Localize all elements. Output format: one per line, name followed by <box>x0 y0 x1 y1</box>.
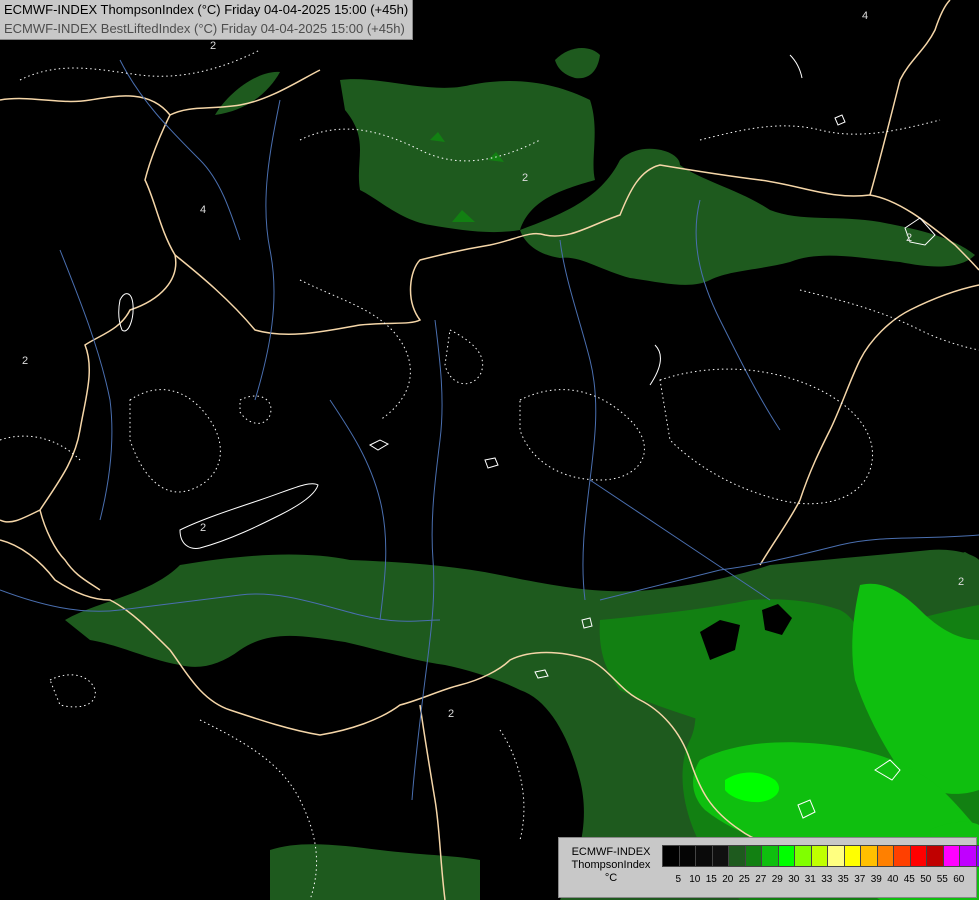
contour-label: 2 <box>958 576 965 588</box>
contour-label: 2 <box>448 708 455 720</box>
legend-swatch <box>778 846 795 866</box>
map-title-primary: ECMWF-INDEX ThompsonIndex (°C) Friday 04… <box>4 2 409 17</box>
legend-swatch <box>960 846 977 866</box>
legend-tick: 5 <box>675 874 682 885</box>
contour-label: 2 <box>210 40 217 52</box>
legend-swatch <box>910 846 927 866</box>
legend-tick: 35 <box>837 874 849 885</box>
legend-model: ECMWF-INDEX <box>571 846 651 858</box>
legend-swatch <box>877 846 894 866</box>
contour-label: 2 <box>906 232 913 244</box>
contour-label: 4 <box>200 204 207 216</box>
legend-tick: 20 <box>722 874 734 885</box>
legend-swatch <box>696 846 713 866</box>
legend-swatch <box>795 846 812 866</box>
legend-tick: 25 <box>738 874 750 885</box>
legend-colorbar <box>662 845 979 867</box>
legend-label: ECMWF-INDEX ThompsonIndex °C <box>563 846 659 885</box>
legend-tick: 30 <box>788 874 800 885</box>
legend-swatch <box>762 846 779 866</box>
map-title-box: ECMWF-INDEX ThompsonIndex (°C) Friday 04… <box>0 0 414 40</box>
legend-parameter: ThompsonIndex <box>571 859 651 871</box>
legend-swatch <box>894 846 911 866</box>
contour-label: 2 <box>522 172 529 184</box>
legend-tick: 31 <box>804 874 816 885</box>
legend-tick: 15 <box>705 874 717 885</box>
legend-unit: °C <box>604 872 618 884</box>
legend-swatch <box>745 846 762 866</box>
legend-swatch <box>679 846 696 866</box>
legend-ticks: 5 10 15 20 25 27 29 30 31 33 35 37 39 40 45 50 55 60 <box>670 874 967 885</box>
legend-swatch <box>861 846 878 866</box>
legend-swatch <box>811 846 828 866</box>
legend-swatch <box>943 846 960 866</box>
legend-swatch <box>828 846 845 866</box>
legend-tick: 55 <box>936 874 948 885</box>
color-legend: ECMWF-INDEX ThompsonIndex °C 5 10 15 20 25 27… <box>558 837 979 898</box>
legend-swatch <box>712 846 729 866</box>
legend-tick: 39 <box>870 874 882 885</box>
contour-label: 4 <box>862 10 869 22</box>
legend-swatch <box>729 846 746 866</box>
legend-tick: 29 <box>771 874 783 885</box>
contour-label: 2 <box>200 522 207 534</box>
legend-tick: 37 <box>854 874 866 885</box>
legend-tick: 40 <box>887 874 899 885</box>
contour-label: 2 <box>22 355 29 367</box>
map-title-secondary: ECMWF-INDEX BestLiftedIndex (°C) Friday … <box>4 21 405 36</box>
legend-tick: 27 <box>755 874 767 885</box>
legend-swatch <box>927 846 944 866</box>
legend-tick: 10 <box>689 874 701 885</box>
legend-swatch <box>844 846 861 866</box>
weather-map <box>0 0 979 900</box>
legend-tick: 50 <box>920 874 932 885</box>
legend-tick: 60 <box>953 874 965 885</box>
legend-tick: 33 <box>821 874 833 885</box>
legend-swatch <box>663 846 680 866</box>
map-viewer: 2 4 2 4 2 2 2 2 2 ECMWF-INDEX ThompsonIn… <box>0 0 979 900</box>
legend-tick: 45 <box>903 874 915 885</box>
